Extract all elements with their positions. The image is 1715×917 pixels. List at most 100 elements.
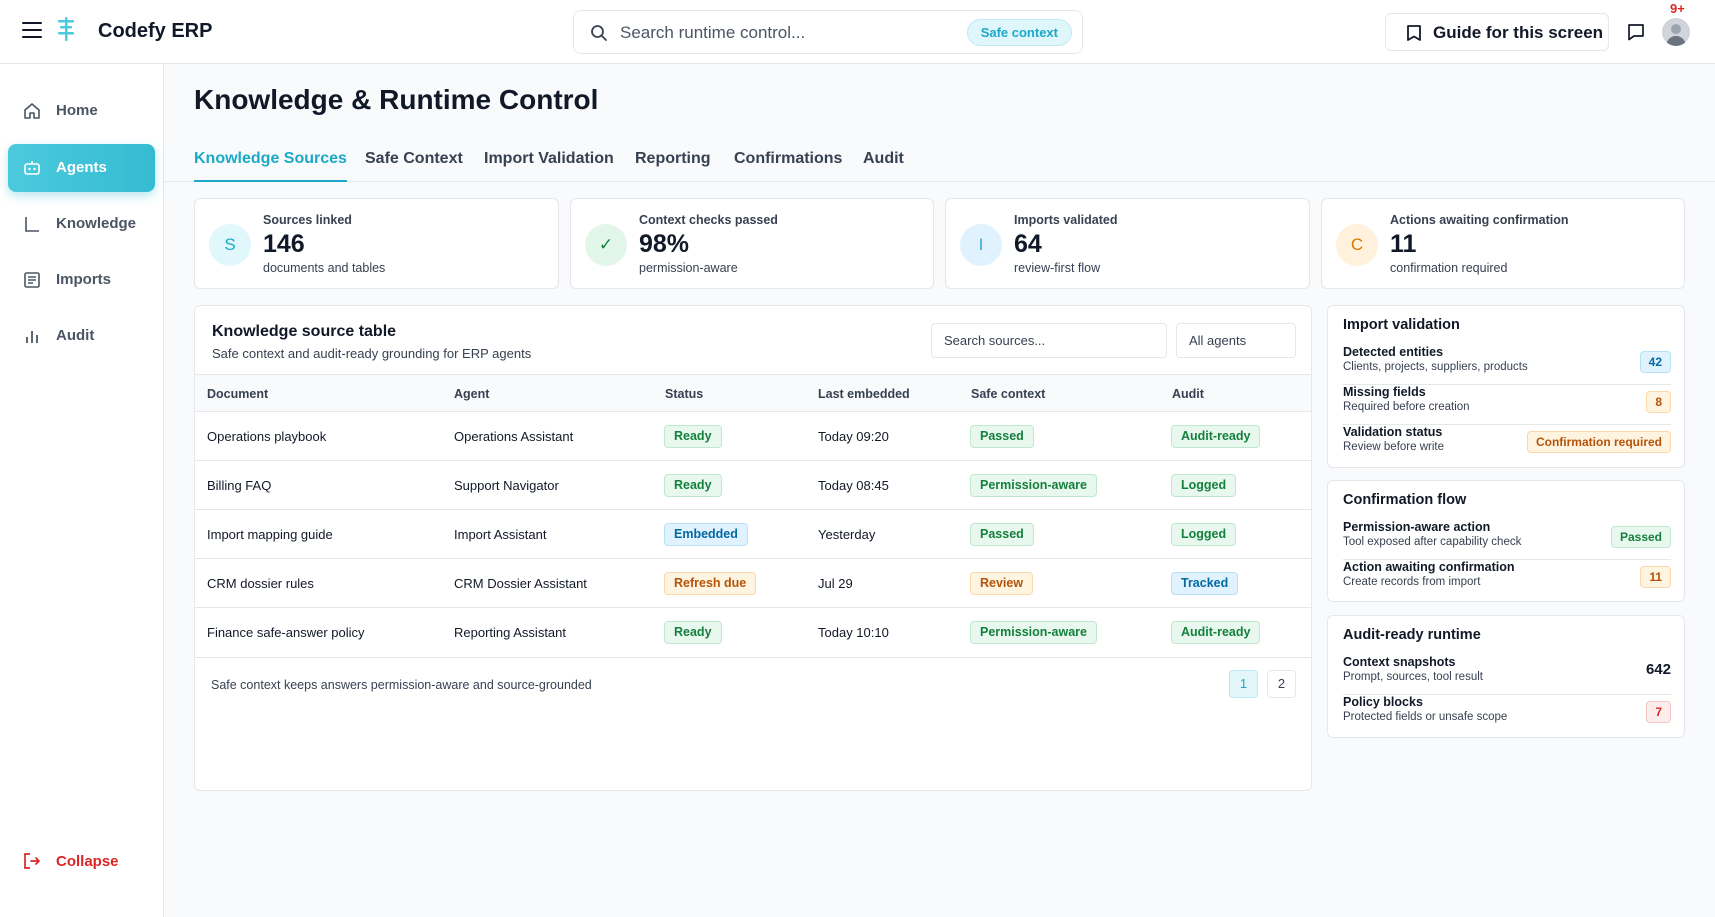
tab-safe-context[interactable]: Safe Context bbox=[365, 150, 463, 182]
robot-icon bbox=[24, 161, 40, 175]
notification-badge[interactable]: 9+ bbox=[1670, 1, 1685, 16]
column-header[interactable]: Last embedded bbox=[818, 387, 910, 401]
row-sub: Tool exposed after capability check bbox=[1343, 536, 1522, 548]
sidebar-item-home[interactable]: Home bbox=[8, 87, 155, 135]
source-search-input[interactable] bbox=[931, 323, 1167, 358]
table-row[interactable]: Finance safe-answer policy Reporting Ass… bbox=[195, 608, 1311, 658]
status-badge: Embedded bbox=[664, 523, 748, 546]
status-badge: Passed bbox=[1610, 526, 1671, 548]
row-label: Action awaiting confirmation bbox=[1343, 560, 1515, 574]
table-row[interactable]: Operations playbook Operations Assistant… bbox=[195, 412, 1311, 461]
count-value: 642 bbox=[1645, 661, 1671, 678]
stat-label: Context checks passed bbox=[639, 213, 778, 227]
status-badge: Confirmation required bbox=[1526, 431, 1671, 453]
count-badge: 42 bbox=[1639, 351, 1671, 373]
bookmark-icon bbox=[1407, 25, 1421, 41]
menu-icon[interactable] bbox=[22, 22, 42, 40]
safe-context-badge: Passed bbox=[970, 523, 1034, 546]
safe-context-pill[interactable]: Safe context bbox=[966, 19, 1072, 46]
sidebar-item-agents[interactable]: Agents bbox=[8, 144, 155, 192]
column-header[interactable]: Document bbox=[207, 387, 268, 401]
status-badge: Refresh due bbox=[664, 572, 757, 595]
collapse-button[interactable]: Collapse bbox=[8, 844, 155, 880]
page-button-2[interactable]: 2 bbox=[1267, 670, 1296, 698]
sidebar-item-label: Audit bbox=[56, 327, 95, 344]
cell-document: Operations playbook bbox=[207, 429, 327, 444]
column-header[interactable]: Status bbox=[665, 387, 703, 401]
cell-last-embedded: Today 09:20 bbox=[818, 429, 889, 444]
stat-value: 146 bbox=[263, 230, 305, 258]
card-title: Import validation bbox=[1343, 317, 1460, 333]
agent-filter-select[interactable]: All agents bbox=[1176, 323, 1296, 358]
policy-blocks-row: Policy blocks Protected fields or unsafe… bbox=[1343, 695, 1671, 735]
cell-agent: CRM Dossier Assistant bbox=[454, 576, 587, 591]
stat-label: Actions awaiting confirmation bbox=[1390, 213, 1569, 227]
table-row[interactable]: Import mapping guide Import Assistant Em… bbox=[195, 510, 1311, 559]
tab-reporting[interactable]: Reporting bbox=[635, 150, 711, 182]
row-label: Permission-aware action bbox=[1343, 520, 1491, 534]
audit-badge: Logged bbox=[1171, 474, 1237, 497]
top-header: Codefy ERP Safe context Guide for this s… bbox=[0, 0, 1715, 64]
row-sub: Prompt, sources, tool result bbox=[1343, 671, 1483, 683]
cell-last-embedded: Today 10:10 bbox=[818, 625, 889, 640]
search-icon bbox=[591, 25, 607, 41]
sidebar-item-label: Home bbox=[56, 102, 98, 119]
stat-icon: S bbox=[209, 224, 251, 266]
cell-last-embedded: Jul 29 bbox=[818, 576, 853, 591]
stat-value: 64 bbox=[1014, 230, 1042, 258]
table-row[interactable]: Billing FAQ Support Navigator Ready Toda… bbox=[195, 461, 1311, 510]
page-button-1[interactable]: 1 bbox=[1229, 670, 1258, 698]
sidebar-item-audit[interactable]: Audit bbox=[8, 312, 155, 360]
row-label: Validation status bbox=[1343, 425, 1443, 439]
cell-document: CRM dossier rules bbox=[207, 576, 314, 591]
audit-runtime-card: Audit-ready runtime Context snapshots Pr… bbox=[1327, 615, 1685, 738]
row-sub: Required before creation bbox=[1343, 401, 1470, 413]
table-subtitle: Safe context and audit-ready grounding f… bbox=[212, 346, 532, 361]
tab-audit[interactable]: Audit bbox=[863, 150, 904, 182]
guide-button[interactable]: Guide for this screen bbox=[1385, 13, 1609, 51]
row-label: Context snapshots bbox=[1343, 655, 1456, 669]
brand-name: Codefy ERP bbox=[98, 20, 213, 42]
column-header[interactable]: Audit bbox=[1172, 387, 1204, 401]
logout-icon bbox=[24, 853, 40, 869]
stat-sub: confirmation required bbox=[1390, 261, 1508, 275]
bar-chart-icon bbox=[26, 331, 38, 343]
detected-entities-row: Detected entities Clients, projects, sup… bbox=[1343, 345, 1671, 385]
safe-context-badge: Permission-aware bbox=[970, 621, 1097, 644]
stat-sub: documents and tables bbox=[263, 261, 386, 275]
tab-confirmations[interactable]: Confirmations bbox=[734, 150, 842, 182]
row-label: Policy blocks bbox=[1343, 695, 1423, 709]
global-search: Safe context bbox=[573, 10, 1083, 54]
chat-icon[interactable] bbox=[1626, 22, 1646, 42]
sidebar-item-knowledge[interactable]: Knowledge bbox=[8, 200, 155, 248]
cell-agent: Reporting Assistant bbox=[454, 625, 567, 640]
stat-card-context-checks: ✓ Context checks passed 98% permission-a… bbox=[570, 198, 934, 289]
stat-icon: I bbox=[960, 224, 1002, 266]
stat-label: Imports validated bbox=[1014, 213, 1118, 227]
search-input[interactable] bbox=[620, 21, 920, 45]
column-header[interactable]: Safe context bbox=[971, 387, 1045, 401]
permission-aware-action-row: Permission-aware action Tool exposed aft… bbox=[1343, 520, 1671, 560]
status-badge: Ready bbox=[664, 425, 722, 448]
cell-agent: Import Assistant bbox=[454, 527, 547, 542]
card-title: Confirmation flow bbox=[1343, 492, 1467, 508]
import-validation-card: Import validation Detected entities Clie… bbox=[1327, 305, 1685, 468]
column-header[interactable]: Agent bbox=[454, 387, 489, 401]
stat-value: 98% bbox=[639, 230, 690, 258]
confirmation-flow-card: Confirmation flow Permission-aware actio… bbox=[1327, 480, 1685, 602]
sidebar-item-imports[interactable]: Imports bbox=[8, 256, 155, 304]
guide-button-label: Guide for this screen bbox=[1433, 23, 1604, 42]
sidebar-item-label: Agents bbox=[56, 159, 107, 176]
sidebar-item-label: Imports bbox=[56, 271, 112, 288]
missing-fields-row: Missing fields Required before creation … bbox=[1343, 385, 1671, 425]
avatar[interactable] bbox=[1662, 18, 1690, 46]
table-footer-note: Safe context keeps answers permission-aw… bbox=[211, 678, 592, 692]
validation-status-row: Validation status Review before write Co… bbox=[1343, 425, 1671, 465]
cell-last-embedded: Today 08:45 bbox=[818, 478, 889, 493]
stat-card-actions: C Actions awaiting confirmation 11 confi… bbox=[1321, 198, 1685, 289]
tab-knowledge-sources[interactable]: Knowledge Sources bbox=[194, 150, 347, 182]
tab-import-validation[interactable]: Import Validation bbox=[484, 150, 614, 182]
table-row[interactable]: CRM dossier rules CRM Dossier Assistant … bbox=[195, 559, 1311, 608]
audit-badge: Tracked bbox=[1171, 572, 1239, 595]
audit-badge: Audit-ready bbox=[1171, 621, 1261, 644]
